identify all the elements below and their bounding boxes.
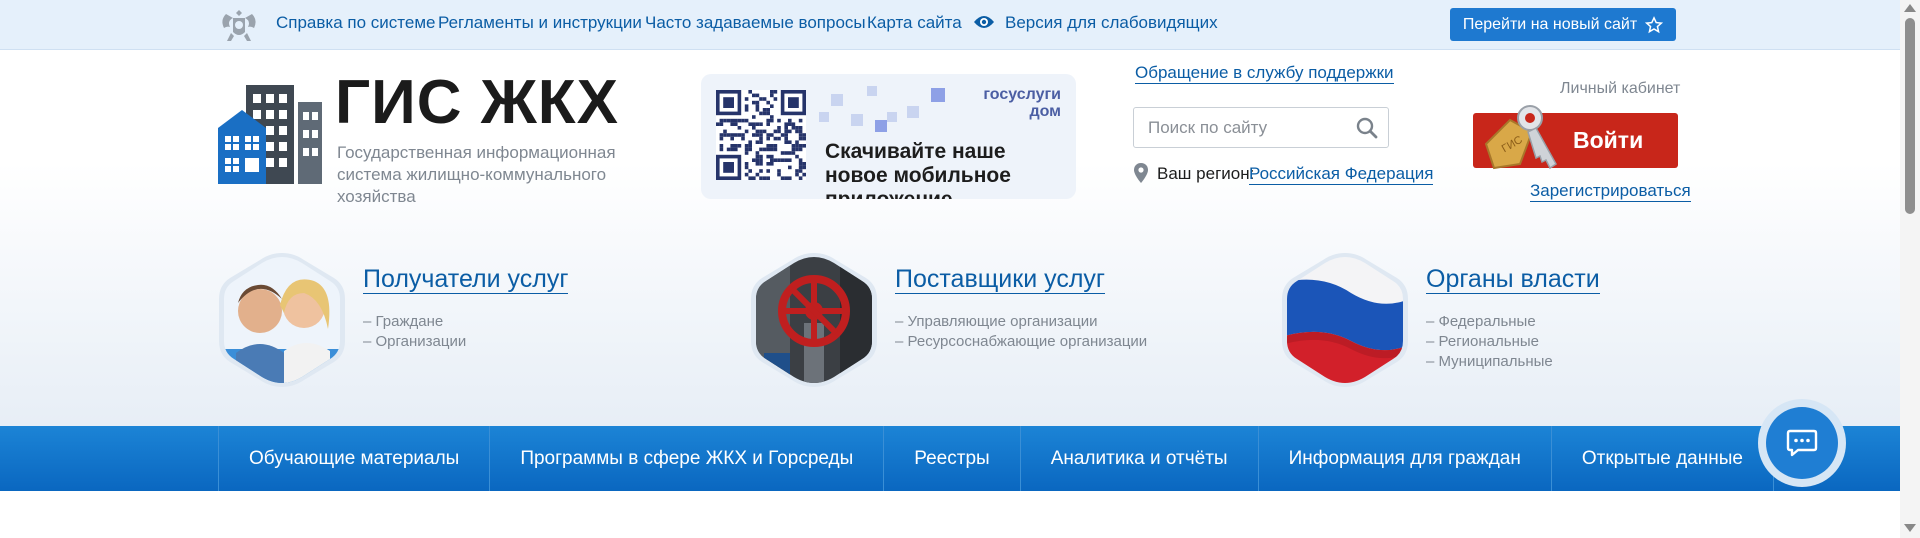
promo-text: Скачивайте наше новое мобильное приложен…	[825, 140, 1011, 199]
logo-subtitle: Государственная информационная система ж…	[337, 143, 616, 206]
map-pin-icon	[1134, 163, 1148, 183]
nav-item-open-data[interactable]: Открытые данные	[1550, 426, 1774, 491]
top-bar: Справка по системе Регламенты и инструкц…	[0, 0, 1900, 50]
nav-item-analytics[interactable]: Аналитика и отчёты	[1019, 426, 1258, 491]
audience-item-regional[interactable]: – Региональные	[1426, 332, 1539, 352]
search-input[interactable]	[1148, 117, 1348, 139]
toplink-faq[interactable]: Часто задаваемые вопросы	[645, 13, 866, 33]
support-link[interactable]: Обращение в службу поддержки	[1135, 63, 1394, 84]
scroll-down-arrow[interactable]	[1904, 524, 1916, 532]
nav-item-programs[interactable]: Программы в сфере ЖКХ и Горсреды	[489, 426, 883, 491]
emblem-icon	[222, 10, 256, 41]
search-icon[interactable]	[1356, 117, 1378, 139]
logo-title[interactable]: ГИС ЖКХ	[335, 68, 619, 138]
chat-button[interactable]	[1758, 399, 1846, 487]
qr-code	[716, 90, 806, 180]
promo-brand: госуслуги дом	[983, 86, 1061, 120]
providers-photo[interactable]	[750, 253, 878, 387]
scroll-thumb[interactable]	[1905, 18, 1915, 214]
toplink-regulations[interactable]: Регламенты и инструкции	[438, 13, 642, 33]
decorative-squares	[819, 86, 945, 132]
audience-item-resource-orgs[interactable]: – Ресурсоснабжающие организации	[895, 332, 1147, 352]
new-site-button[interactable]: Перейти на новый сайт	[1450, 8, 1676, 41]
region-label: Ваш регион:	[1157, 164, 1255, 183]
toplink-help[interactable]: Справка по системе	[276, 13, 435, 33]
audience-item-citizens[interactable]: – Граждане	[363, 312, 443, 332]
building-logo-icon[interactable]	[218, 80, 324, 184]
new-site-label: Перейти на новый сайт	[1462, 15, 1638, 33]
star-icon	[1645, 15, 1664, 33]
recipients-photo[interactable]	[218, 253, 346, 387]
mobile-app-promo[interactable]: госуслуги дом Скачивайте наше новое моби…	[701, 74, 1076, 199]
login-label: Войти	[1573, 127, 1644, 153]
key-icon: ГИС	[1484, 105, 1557, 170]
toplink-sitemap[interactable]: Карта сайта	[867, 13, 962, 33]
chat-icon	[1786, 429, 1818, 457]
register-link[interactable]: Зарегистрироваться	[1530, 181, 1691, 202]
nav-item-citizen-info[interactable]: Информация для граждан	[1257, 426, 1551, 491]
nav-item-training[interactable]: Обучающие материалы	[218, 426, 489, 491]
audience-item-management-orgs[interactable]: – Управляющие организации	[895, 312, 1098, 332]
nav-item-registries[interactable]: Реестры	[883, 426, 1019, 491]
audience-title-providers[interactable]: Поставщики услуг	[895, 265, 1106, 294]
region-selector[interactable]: Российская Федерация	[1249, 164, 1434, 185]
cabinet-label: Личный кабинет	[1560, 80, 1681, 97]
audience-item-federal[interactable]: – Федеральные	[1426, 312, 1536, 332]
authorities-flag-photo[interactable]	[1281, 253, 1409, 387]
audience-item-municipal[interactable]: – Муниципальные	[1426, 352, 1553, 372]
audience-item-organizations[interactable]: – Организации	[363, 332, 466, 352]
scroll-up-arrow[interactable]	[1904, 4, 1916, 12]
audience-title-recipients[interactable]: Получатели услуг	[363, 265, 569, 294]
site-search[interactable]	[1133, 107, 1389, 148]
accessibility-link[interactable]: Версия для слабовидящих	[1005, 13, 1218, 33]
main-nav: Обучающие материалы Программы в сфере ЖК…	[0, 426, 1900, 491]
eye-icon	[974, 16, 994, 28]
audience-title-authorities[interactable]: Органы власти	[1426, 265, 1600, 294]
